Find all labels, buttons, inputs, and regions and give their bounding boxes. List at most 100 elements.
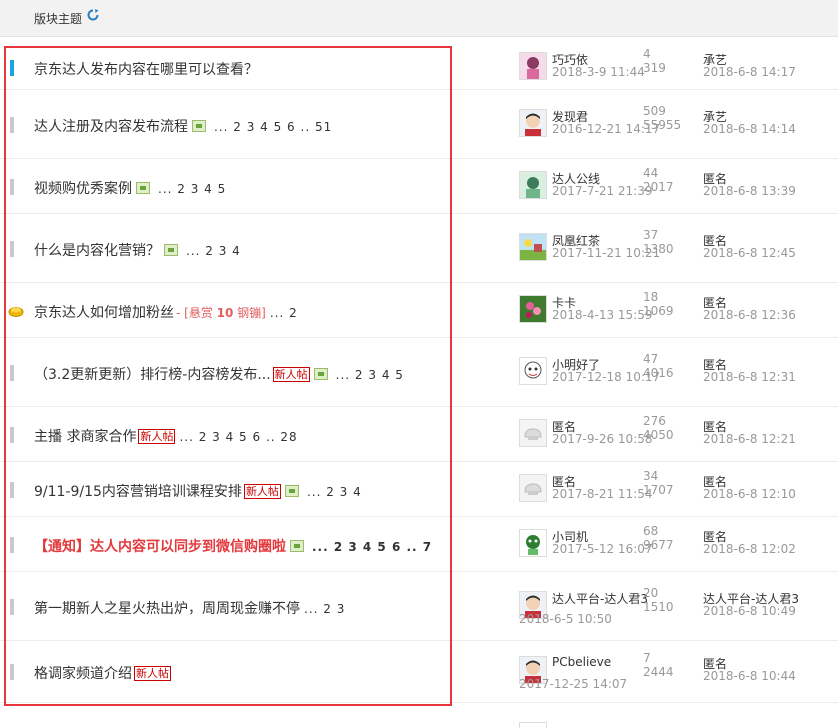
reward-coin-icon [8,305,24,317]
image-attachment-icon [192,120,206,132]
last-post-date[interactable]: 2018-6-8 13:39 [703,184,796,198]
last-post-date[interactable]: 2018-6-8 12:31 [703,370,796,384]
thread-title-link[interactable]: 京东达人如何增加粉丝 [34,305,174,321]
reply-count: 20 [643,586,659,600]
thread-status-icon [10,599,14,615]
author-date: 2018-4-13 15:59 [552,308,653,322]
thread-status-icon [10,60,14,76]
thread-status-icon [10,664,14,680]
last-post-date[interactable]: 2018-6-8 12:36 [703,308,796,322]
view-count: 4016 [643,366,674,380]
thread-status-icon [10,482,14,498]
thread-row: 达人注册及内容发布流程... 2 3 4 5 6 .. 51 发现君 2016-12… [0,90,838,159]
reply-count: 37 [643,228,659,242]
thread-title-link[interactable]: 什么是内容化营销？ [34,243,160,259]
author-date: 2017-5-12 16:07 [552,542,653,556]
page-links[interactable]: ... 2 3 4 5 6 .. 7 [312,540,432,554]
reply-count: 44 [643,166,659,180]
thread-list-header: 版块主题 [0,0,838,37]
view-count: 9677 [643,538,674,552]
thread-subject: 9/11-9/15内容营销培训课程安排 新人帖 ... 2 3 4 [34,481,362,501]
reply-count: 68 [643,524,659,538]
thread-subject: 格调家频道介绍 新人帖 [34,663,171,683]
author-avatar[interactable] [519,529,547,557]
thread-subject: 京东达人发布内容在哪里可以查看？ [34,59,258,79]
thread-title-link[interactable]: 京东达人发布内容在哪里可以查看？ [34,62,258,78]
thread-status-icon [10,179,14,195]
thread-subject: （3.2更新更新）排行榜-内容榜发布... 新人帖 ... 2 3 4 5 [34,364,404,384]
avatar-partial [519,722,547,728]
refresh-icon[interactable] [86,8,100,22]
thread-title-link[interactable]: （3.2更新更新）排行榜-内容榜发布... [34,367,271,383]
thread-row: 【通知】达人内容可以同步到微信购圈啦... 2 3 4 5 6 .. 7 小司机 2… [0,517,838,572]
last-post-date[interactable]: 2018-6-8 10:49 [703,604,796,618]
page-links[interactable]: ... 2 3 4 5 6 .. 51 [214,120,332,134]
author-avatar[interactable] [519,52,547,80]
thread-title-link[interactable]: 【通知】达人内容可以同步到微信购圈啦 [34,539,286,555]
thread-row: 主播 求商家合作 新人帖... 2 3 4 5 6 .. 28 匿名 2017-9-2… [0,407,838,462]
view-count: 1510 [643,600,674,614]
view-count: 1069 [643,304,674,318]
thread-row: 京东达人如何增加粉丝 - [悬赏 10 钢镚]... 2 卡卡 2018-4-13 1… [0,283,838,338]
last-post-date[interactable]: 2018-6-8 12:02 [703,542,796,556]
thread-row: （3.2更新更新）排行榜-内容榜发布... 新人帖... 2 3 4 5 小明好了 2… [0,338,838,407]
view-count: 2017 [643,180,674,194]
author-avatar[interactable] [519,295,547,323]
thread-subject: 什么是内容化营销？ ... 2 3 4 [34,240,241,260]
last-post-date[interactable]: 2018-6-8 14:14 [703,122,796,136]
reply-count: 7 [643,651,651,665]
reply-count: 4 [643,47,651,61]
author-date: 2018-3-9 11:44 [552,65,645,79]
author-name[interactable]: PCbelieve [552,655,611,669]
image-attachment-icon [136,182,150,194]
page-links[interactable]: ... 2 3 4 5 [158,182,226,196]
thread-title-link[interactable]: 主播 求商家合作 [34,429,136,445]
author-name[interactable]: 达人平台-达人君3 [552,590,648,607]
author-avatar[interactable] [519,171,547,199]
thread-row: 9/11-9/15内容营销培训课程安排 新人帖... 2 3 4 匿名 2017-8-… [0,462,838,517]
thread-status-icon [10,427,14,443]
author-date: 2017-12-25 14:07 [519,677,628,691]
last-post-date[interactable]: 2018-6-8 12:21 [703,432,796,446]
author-avatar[interactable] [519,109,547,137]
page-links[interactable]: ... 2 3 4 [307,485,362,499]
new-post-badge: 新人帖 [138,429,176,444]
last-post-date[interactable]: 2018-6-8 12:45 [703,246,796,260]
author-avatar[interactable] [519,233,547,261]
last-post-date[interactable]: 2018-6-8 10:44 [703,669,796,683]
thread-subject: 达人注册及内容发布流程 ... 2 3 4 5 6 .. 51 [34,116,332,136]
author-avatar[interactable] [519,419,547,447]
reply-count: 276 [643,414,666,428]
page-links[interactable]: ... 2 [270,306,298,320]
view-count: 2444 [643,665,674,679]
thread-row: 视频购优秀案例... 2 3 4 5 达人公线 2017-7-21 21:39 44 2… [0,159,838,214]
page-links[interactable]: ... 2 3 4 [186,244,241,258]
thread-title-link[interactable]: 格调家频道介绍 [34,666,132,682]
last-post-date[interactable]: 2018-6-8 14:17 [703,65,796,79]
page-links[interactable]: ... 2 3 4 5 6 .. 28 [179,430,297,444]
thread-title-link[interactable]: 第一期新人之星火热出炉，周周现金赚不停 [34,601,300,617]
last-post-date[interactable]: 2018-6-8 12:10 [703,487,796,501]
image-attachment-icon [284,485,299,497]
thread-subject: 第一期新人之星火热出炉，周周现金赚不停 ... 2 3 [34,598,345,618]
thread-list: 京东达人发布内容在哪里可以查看？ 巧巧依 2018-3-9 11:44 4 319 承艺 2… [0,46,838,703]
thread-row: 第一期新人之星火热出炉，周周现金赚不停 ... 2 3 达人平台-达人君3 2018-… [0,572,838,641]
author-date: 2017-8-21 11:54 [552,487,653,501]
thread-row: 京东达人发布内容在哪里可以查看？ 巧巧依 2018-3-9 11:44 4 319 承艺 2… [0,46,838,90]
author-avatar[interactable] [519,357,547,385]
view-count: 1380 [643,242,674,256]
reply-count: 18 [643,290,659,304]
thread-title-link[interactable]: 达人注册及内容发布流程 [34,119,188,135]
view-count: 55955 [643,118,682,132]
author-date: 2017-7-21 21:39 [552,184,653,198]
page-links[interactable]: ... 2 3 4 5 [336,368,404,382]
thread-title-link[interactable]: 9/11-9/15内容营销培训课程安排 [34,484,242,500]
thread-title-link[interactable]: 视频购优秀案例 [34,181,132,197]
image-attachment-icon [313,368,328,380]
thread-subject: 主播 求商家合作 新人帖... 2 3 4 5 6 .. 28 [34,426,298,446]
view-count: 4050 [643,428,674,442]
author-avatar[interactable] [519,474,547,502]
new-post-badge: 新人帖 [134,666,171,681]
page-links[interactable]: ... 2 3 [304,602,345,616]
author-date: 2018-6-5 10:50 [519,612,612,626]
